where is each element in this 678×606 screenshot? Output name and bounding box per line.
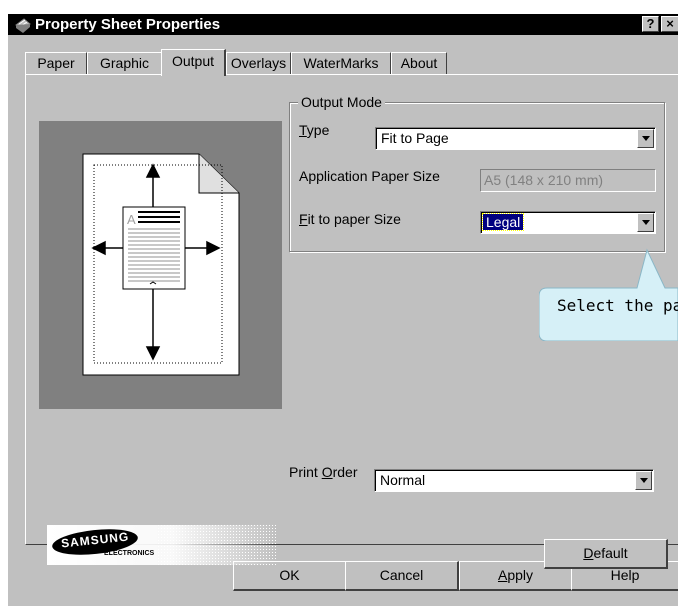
fit-paper-size-value: Legal [481, 213, 525, 231]
tab-label: WaterMarks [303, 55, 379, 71]
fit-paper-size-combobox[interactable]: Legal [480, 211, 656, 234]
close-title-button[interactable]: × [661, 16, 678, 32]
output-mode-group: Output Mode Type Fit to Page Application… [289, 94, 665, 252]
fit-paper-size-label: Fit to paper Size [299, 211, 401, 227]
tab-overlays[interactable]: Overlays [226, 52, 291, 74]
type-label: Type [299, 122, 330, 138]
tab-output[interactable]: Output [161, 49, 226, 76]
type-value: Fit to Page [381, 130, 449, 146]
default-button[interactable]: Default [544, 539, 668, 569]
tab-label: Paper [37, 55, 75, 71]
ok-button[interactable]: OK [233, 561, 347, 591]
tooltip-callout [539, 248, 678, 341]
output-mode-legend: Output Mode [298, 94, 385, 110]
tab-label: Output [171, 53, 215, 69]
chevron-down-icon[interactable] [637, 213, 654, 232]
apply-button-label-rest: pply [507, 567, 534, 583]
window-title: Property Sheet Properties [35, 16, 221, 33]
help-title-button[interactable]: ? [642, 16, 659, 32]
page-letter: A [127, 212, 136, 227]
samsung-sub: ELECTRONICS [104, 550, 155, 557]
app-paper-size-field: A5 (148 x 210 mm) [480, 169, 656, 192]
page-preview: A [39, 121, 282, 409]
type-label-rest: ype [306, 122, 330, 138]
chevron-down-icon[interactable] [637, 129, 654, 148]
tab-label: Graphic [99, 55, 150, 71]
default-button-label-rest: efault [593, 545, 628, 561]
cancel-button[interactable]: Cancel [345, 561, 459, 591]
chevron-down-icon[interactable] [635, 471, 652, 490]
type-combobox[interactable]: Fit to Page [375, 127, 656, 150]
print-order-label: Print Order [289, 464, 358, 480]
app-paper-size-label: Application Paper Size [299, 168, 440, 184]
tab-label: Overlays [230, 55, 287, 71]
app-paper-size-value: A5 (148 x 210 mm) [484, 172, 604, 188]
fit-label-rest: it to paper Size [307, 211, 401, 227]
printer-icon [15, 18, 31, 33]
print-order-combobox[interactable]: Normal [374, 469, 654, 492]
title-bar[interactable]: Property Sheet Properties ? × [8, 14, 678, 35]
tab-graphic[interactable]: Graphic [87, 52, 162, 74]
tab-watermarks[interactable]: WaterMarks [291, 52, 391, 74]
print-order-value: Normal [380, 472, 426, 488]
fit-to-page-illustration: A [82, 153, 240, 376]
tab-label: About [400, 55, 438, 71]
tab-about[interactable]: About [391, 52, 447, 74]
tab-paper[interactable]: Paper [25, 52, 87, 74]
tooltip-text: Select the pa [557, 296, 678, 315]
print-order-label-rest: rder [332, 464, 358, 480]
